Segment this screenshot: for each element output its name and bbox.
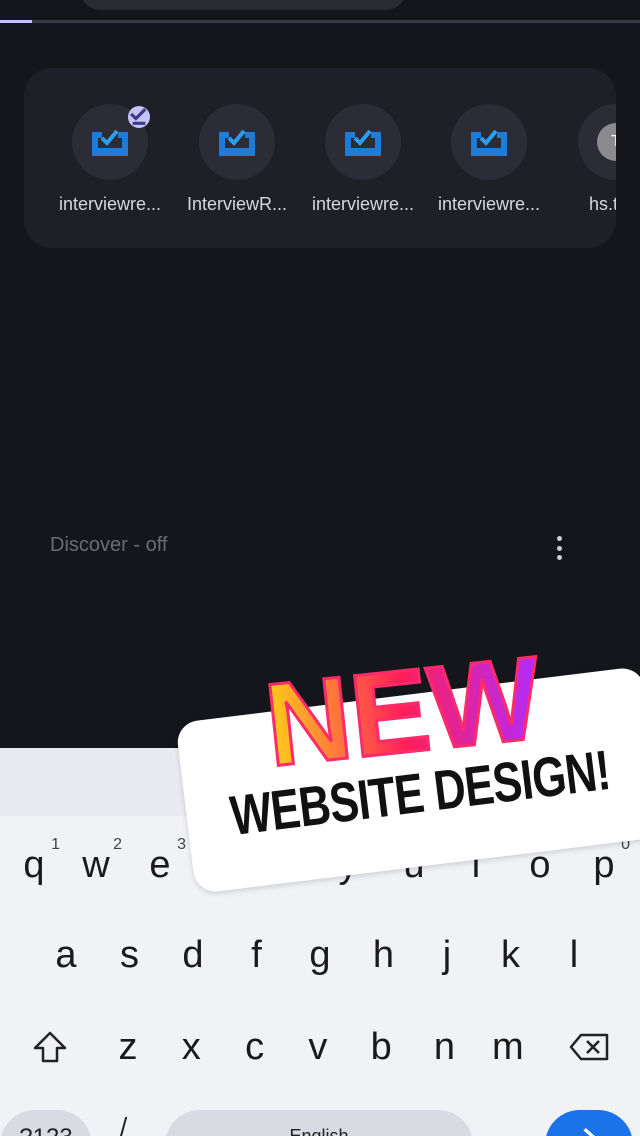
shortcut-5[interactable]: T hs.tata [556,104,616,224]
backspace-icon [569,1033,609,1061]
page-load-progress [0,20,640,23]
avatar-letter: T [597,123,616,161]
shortcut-label: interviewre... [58,194,162,214]
key-c[interactable]: c [225,1012,285,1082]
discover-status: Discover - off [50,534,168,556]
key-label: g [309,933,331,976]
slash-key[interactable]: / [120,1112,127,1136]
shortcut-icon-circle [199,104,275,180]
key-hint: 2 [113,836,122,853]
key-label: z [118,1025,138,1068]
shift-icon [33,1031,67,1063]
key-label: p [593,843,615,886]
key-label: w [82,843,110,886]
shortcut-icon-circle [72,104,150,180]
key-b[interactable]: b [351,1012,411,1082]
key-label: h [372,933,395,976]
shortcut-4[interactable]: interviewre... [429,104,549,224]
key-d[interactable]: d [163,920,223,990]
key-label: s [120,933,139,976]
chevron-right-icon [583,1128,595,1136]
key-label: x [181,1025,201,1068]
interview-app-icon [471,129,507,156]
key-label: b [370,1025,392,1068]
letter-avatar-icon: T [578,104,616,180]
key-l[interactable]: l [544,920,604,990]
key-label: n [433,1025,456,1068]
key-label: j [442,933,452,976]
shortcut-icon-circle [451,104,527,180]
key-e[interactable]: e3 [130,830,190,900]
interview-app-icon [92,129,128,156]
key-hint: 3 [177,836,186,853]
backspace-key[interactable] [562,1012,618,1082]
key-s[interactable]: s [100,920,160,990]
key-label: f [251,933,262,976]
key-label: c [245,1025,265,1068]
key-a[interactable]: a [36,920,96,990]
key-label: l [569,933,579,976]
key-label: a [55,933,77,976]
key-k[interactable]: k [481,920,541,990]
new-text: NEW [259,632,547,792]
shortcut-label: hs.tata [588,194,616,214]
space-key[interactable]: English [165,1110,473,1136]
shortcut-1[interactable]: interviewre... [50,104,170,224]
more-options-icon[interactable] [548,532,570,564]
key-f[interactable]: f [227,920,287,990]
key-label: k [501,933,520,976]
key-w[interactable]: w2 [66,830,126,900]
key-n[interactable]: n [415,1012,475,1082]
shortcut-2[interactable]: InterviewR... [177,104,297,224]
key-m[interactable]: m [478,1012,538,1082]
key-label: e [149,843,171,886]
shortcuts-panel: interviewre... InterviewR... interviewre… [24,68,616,248]
key-v[interactable]: v [288,1012,348,1082]
shortcut-label: interviewre... [437,194,541,214]
key-j[interactable]: j [417,920,477,990]
interview-app-icon [345,129,381,156]
interview-app-icon [219,129,255,156]
key-label: m [491,1025,524,1068]
key-g[interactable]: g [290,920,350,990]
shift-key[interactable] [22,1012,78,1082]
key-h[interactable]: h [354,920,414,990]
shortcut-label: InterviewR... [186,194,288,214]
shortcut-3[interactable]: interviewre... [303,104,423,224]
key-z[interactable]: z [98,1012,158,1082]
key-x[interactable]: x [161,1012,221,1082]
shortcut-label: interviewre... [311,194,415,214]
check-badge-icon [128,106,150,128]
key-q[interactable]: q1 [4,830,64,900]
key-hint: 1 [51,836,60,853]
shortcut-icon-circle [325,104,401,180]
top-search-bar[interactable] [80,0,406,10]
key-label: v [308,1025,328,1068]
key-label: q [23,843,45,886]
progress-fill [0,20,32,23]
key-label: d [182,933,204,976]
